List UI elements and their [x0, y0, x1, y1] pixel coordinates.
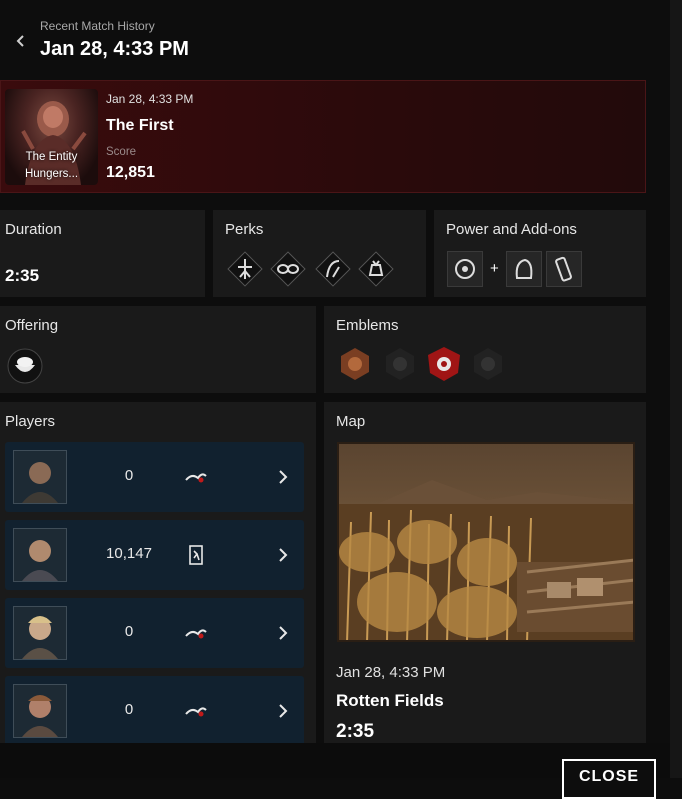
match-summary-card: The Entity Hungers... Jan 28, 4:33 PM Th… [0, 80, 646, 193]
avatar [13, 684, 67, 738]
duration-value: 2:35 [5, 266, 40, 285]
player-row[interactable]: 0 [5, 442, 304, 512]
chevron-right-icon[interactable] [277, 547, 289, 563]
emblems-panel: Emblems [324, 306, 646, 393]
killer-portrait: The Entity Hungers... [5, 89, 98, 185]
player-score: 0 [124, 467, 134, 484]
page-title: Jan 28, 4:33 PM [40, 38, 189, 60]
perks-label: Perks [225, 221, 264, 238]
offering-panel: Offering [0, 306, 316, 393]
sacrificed-icon [185, 707, 207, 717]
power-addons-label: Power and Add-ons [446, 221, 577, 238]
plus-sign: + [490, 260, 499, 277]
addon-1-icon[interactable] [506, 251, 542, 287]
perk-4-icon[interactable] [356, 249, 396, 289]
power-icon[interactable] [447, 251, 483, 287]
player-score: 0 [124, 623, 134, 640]
map-panel: Map Jan 28, 4:33 PM Rotten Fields 2:35 [324, 402, 646, 747]
perk-2-icon[interactable] [268, 249, 308, 289]
map-label: Map [336, 413, 366, 430]
avatar [13, 450, 67, 504]
score-value: 12,851 [106, 164, 155, 181]
player-score: 0 [124, 701, 134, 718]
player-row[interactable]: 10,147 [5, 520, 304, 590]
score-label: Score [106, 146, 137, 158]
perks-panel: Perks [213, 210, 426, 297]
map-date: Jan 28, 4:33 PM [336, 664, 446, 681]
map-name: Rotten Fields [336, 691, 444, 710]
close-button[interactable]: CLOSE [562, 759, 656, 799]
scrollbar[interactable] [670, 0, 682, 778]
chevron-left-icon[interactable] [14, 34, 28, 48]
chevron-right-icon[interactable] [277, 703, 289, 719]
emblem-bronze-icon[interactable] [337, 346, 373, 382]
sacrificed-icon [185, 629, 207, 639]
map-image [337, 442, 635, 642]
emblems-label: Emblems [336, 317, 399, 334]
character-name: The First [106, 117, 174, 134]
chevron-right-icon[interactable] [277, 625, 289, 641]
map-duration: 2:35 [336, 721, 375, 742]
portrait-caption: The Entity Hungers... [24, 151, 79, 180]
duration-label: Duration [5, 221, 62, 238]
escaped-icon [189, 545, 203, 565]
offering-label: Offering [5, 317, 59, 334]
offering-icon[interactable] [6, 347, 44, 385]
players-panel: Players 0 10,147 0 0 [0, 402, 316, 747]
emblem-empty-2-icon[interactable] [470, 346, 506, 382]
sacrificed-icon [185, 473, 207, 483]
chevron-right-icon[interactable] [277, 469, 289, 485]
emblem-iridescent-icon[interactable] [424, 345, 464, 383]
avatar [13, 606, 67, 660]
header: Recent Match History Jan 28, 4:33 PM [0, 0, 670, 78]
match-date: Jan 28, 4:33 PM [106, 92, 194, 106]
addon-2-icon[interactable] [546, 251, 582, 287]
player-row[interactable]: 0 [5, 598, 304, 668]
players-label: Players [5, 413, 56, 430]
duration-panel: Duration 2:35 [0, 210, 205, 297]
avatar [13, 528, 67, 582]
player-score: 10,147 [106, 545, 152, 562]
perk-1-icon[interactable] [225, 249, 265, 289]
perk-3-icon[interactable] [313, 249, 353, 289]
player-row[interactable]: 0 [5, 676, 304, 746]
breadcrumb[interactable]: Recent Match History [40, 19, 155, 33]
power-addons-panel: Power and Add-ons + [434, 210, 646, 297]
emblem-empty-icon[interactable] [382, 346, 418, 382]
